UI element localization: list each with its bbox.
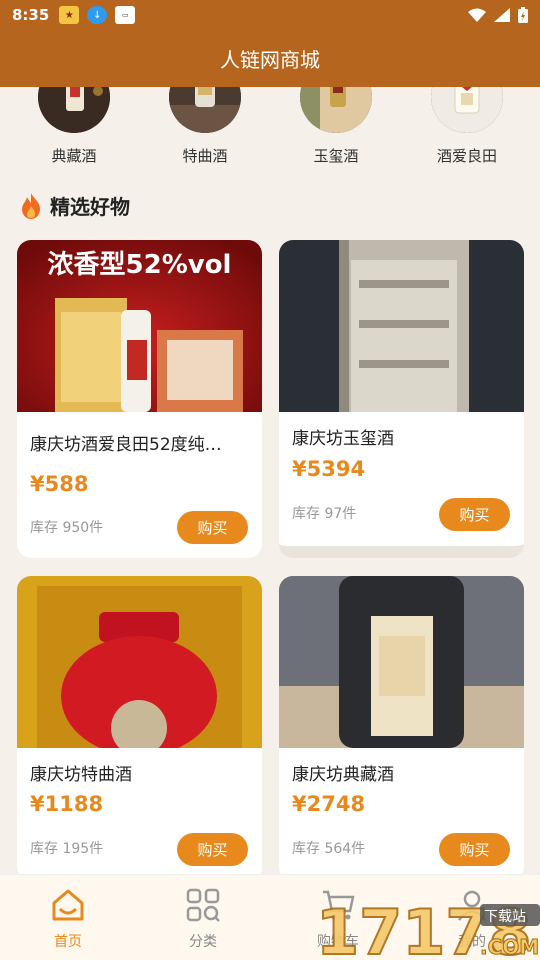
product-image: [17, 576, 262, 748]
category-te-qu[interactable]: 特曲酒: [150, 87, 260, 166]
product-banner-text: 浓香型52%vol: [47, 250, 232, 280]
notification-icon: ▭: [115, 6, 136, 24]
product-price: ¥2748: [292, 792, 366, 816]
category-label: 特曲酒: [182, 147, 228, 165]
product-price: ¥588: [30, 472, 89, 496]
product-name: 康庆坊酒爱良田52度纯…: [30, 435, 222, 455]
nav-cart[interactable]: 购物车: [298, 887, 378, 951]
nav-profile[interactable]: 我的: [432, 887, 512, 951]
fire-icon: [22, 192, 40, 219]
buy-button[interactable]: 购买: [177, 511, 248, 544]
nav-label: 我的: [458, 934, 486, 950]
nav-category[interactable]: 分类: [163, 887, 243, 951]
buy-button[interactable]: 购买: [439, 498, 510, 531]
category-image: [169, 87, 241, 133]
category-row: 典藏酒 特曲酒 玉玺酒 酒爱良田: [0, 87, 540, 177]
product-card[interactable]: 康庆坊玉玺酒 ¥5394 库存 97件 购买: [279, 240, 524, 558]
product-name: 康庆坊玉玺酒: [292, 429, 394, 449]
download-icon: ↓: [87, 6, 108, 24]
product-stock: 库存 195件: [30, 841, 104, 857]
buy-button[interactable]: 购买: [177, 833, 248, 866]
section-title: 精选好物: [50, 195, 130, 219]
product-card[interactable]: 康庆坊特曲酒 ¥1188 库存 195件 购买: [17, 576, 262, 874]
nav-label: 首页: [54, 934, 82, 950]
wifi-icon: [468, 8, 486, 22]
category-yu-xi[interactable]: 玉玺酒: [281, 87, 391, 166]
category-label: 玉玺酒: [313, 147, 359, 165]
category-label: 酒爱良田: [436, 147, 497, 165]
nav-home[interactable]: 首页: [28, 887, 108, 951]
main-content[interactable]: 典藏酒 特曲酒 玉玺酒 酒爱良田 精选好物 浓香型52%vol 康庆坊酒爱良田5…: [0, 87, 540, 874]
product-name: 康庆坊特曲酒: [30, 765, 132, 785]
signal-icon: [494, 8, 510, 22]
product-stock: 库存 564件: [292, 841, 366, 857]
app-header: 人链网商城: [0, 30, 540, 87]
product-stock: 库存 97件: [292, 506, 357, 522]
product-card[interactable]: 浓香型52%vol 康庆坊酒爱良田52度纯… ¥588 库存 950件 购买: [17, 240, 262, 558]
product-card[interactable]: 康庆坊典藏酒 ¥2748 库存 564件 购买: [279, 576, 524, 874]
bottom-nav: 首页 分类 购物车 我的: [0, 874, 540, 960]
buy-button[interactable]: 购买: [439, 833, 510, 866]
status-time: 8:35: [12, 6, 50, 24]
category-jiu-ai-liang-tian[interactable]: 酒爱良田: [412, 87, 522, 166]
category-icon: [186, 888, 220, 922]
category-image: [38, 87, 110, 133]
category-image: [431, 87, 503, 133]
category-label: 典藏酒: [51, 147, 97, 165]
product-price: ¥5394: [292, 457, 366, 481]
battery-icon: [518, 7, 528, 23]
section-header: 精选好物: [20, 191, 130, 220]
product-stock: 库存 950件: [30, 520, 104, 536]
status-bar: 8:35 ★ ↓ ▭: [0, 0, 540, 30]
page-title: 人链网商城: [220, 48, 320, 72]
app-notification-icon: ★: [59, 6, 80, 24]
nav-label: 购物车: [317, 934, 359, 950]
cart-icon: [323, 890, 355, 920]
category-image: [300, 87, 372, 133]
product-image: [279, 240, 524, 412]
product-name: 康庆坊典藏酒: [292, 765, 394, 785]
category-dian-cang[interactable]: 典藏酒: [19, 87, 129, 166]
product-price: ¥1188: [30, 792, 104, 816]
profile-icon: [458, 890, 486, 921]
product-image: [279, 576, 524, 748]
home-icon: [52, 889, 84, 921]
nav-label: 分类: [189, 934, 217, 950]
